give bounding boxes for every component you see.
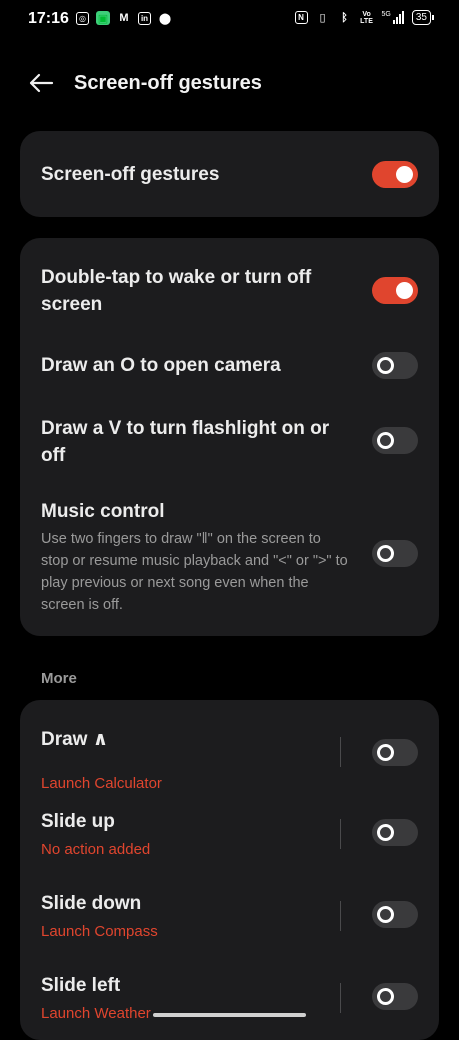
- network-type: 5G: [381, 11, 391, 18]
- row-divider: [340, 737, 341, 767]
- notification-icons: ◎ ▣ M in ⬤: [76, 11, 172, 25]
- more-row-draw-caret[interactable]: Draw ∧ Launch Calculator: [20, 716, 439, 792]
- master-toggle-row[interactable]: Screen-off gestures: [20, 131, 439, 217]
- more-row-slide-up[interactable]: Slide up No action added: [20, 798, 439, 868]
- page-header: Screen-off gestures: [0, 60, 459, 106]
- music-control-toggle[interactable]: [372, 540, 418, 567]
- draw-caret-toggle[interactable]: [372, 739, 418, 766]
- slide-up-toggle[interactable]: [372, 819, 418, 846]
- linkedin-icon: in: [138, 11, 151, 25]
- more-row-slide-down[interactable]: Slide down Launch Compass: [20, 880, 439, 950]
- more-item-label: Slide left: [41, 975, 121, 996]
- row-divider: [340, 819, 341, 849]
- more-row-slide-left[interactable]: Slide left Launch Weather: [20, 962, 439, 1032]
- battery-icon: 35: [411, 10, 435, 25]
- back-arrow-icon[interactable]: [28, 70, 54, 96]
- more-item-label: Slide down: [41, 893, 142, 914]
- more-item-label: Slide up: [41, 811, 115, 832]
- gesture-description: Use two fingers to draw "‖" on the scree…: [41, 531, 348, 613]
- more-item-action: No action added: [41, 841, 151, 858]
- gesture-label: Double-tap to wake or turn off screen: [41, 267, 312, 315]
- more-item-action: Launch Weather: [41, 1005, 151, 1022]
- draw-v-toggle[interactable]: [372, 427, 418, 454]
- more-item-label: Draw ∧: [41, 729, 109, 750]
- system-icons: N ▯ ᛒ Vo LTE 5G 35: [294, 10, 435, 25]
- status-bar: 17:16 ◎ ▣ M in ⬤ N ▯ ᛒ Vo LTE 5G 35: [0, 0, 459, 40]
- gesture-label: Draw an O to open camera: [41, 355, 281, 376]
- home-indicator[interactable]: [153, 1013, 306, 1017]
- master-toggle-switch[interactable]: [372, 161, 418, 188]
- master-toggle-card: Screen-off gestures: [20, 131, 439, 217]
- double-tap-toggle[interactable]: [372, 277, 418, 304]
- vibrate-icon: ▯: [319, 12, 326, 24]
- more-item-action: Launch Compass: [41, 923, 158, 940]
- gesture-row-draw-o[interactable]: Draw an O to open camera: [20, 338, 439, 396]
- gmail-icon: M: [119, 12, 129, 24]
- row-divider: [340, 983, 341, 1013]
- volte-icon: Vo LTE: [360, 10, 373, 25]
- row-divider: [340, 901, 341, 931]
- slide-down-toggle[interactable]: [372, 901, 418, 928]
- gesture-label: Music control: [41, 501, 165, 522]
- location-icon: ⬤: [158, 12, 172, 25]
- gesture-row-music-control[interactable]: Music control Use two fingers to draw "‖…: [20, 496, 439, 626]
- gestures-card: Double-tap to wake or turn off screen Dr…: [20, 238, 439, 636]
- page-title: Screen-off gestures: [74, 72, 262, 94]
- gesture-row-double-tap[interactable]: Double-tap to wake or turn off screen: [20, 238, 439, 330]
- more-item-action: Launch Calculator: [41, 775, 162, 792]
- draw-o-toggle[interactable]: [372, 352, 418, 379]
- more-card: Draw ∧ Launch Calculator Slide up No act…: [20, 700, 439, 1040]
- master-toggle-label: Screen-off gestures: [41, 164, 220, 185]
- instagram-icon: ◎: [76, 11, 89, 25]
- slide-left-toggle[interactable]: [372, 983, 418, 1010]
- gesture-row-draw-v[interactable]: Draw a V to turn flashlight on or off: [20, 403, 439, 477]
- gesture-label: Draw a V to turn flashlight on or off: [41, 418, 330, 466]
- status-time: 17:16: [28, 10, 69, 27]
- signal-icon: 5G: [382, 11, 404, 24]
- app-notification-icon: ▣: [96, 11, 110, 25]
- bluetooth-icon: ᛒ: [341, 11, 348, 24]
- section-label-more: More: [41, 670, 77, 687]
- nfc-icon: N: [294, 11, 308, 24]
